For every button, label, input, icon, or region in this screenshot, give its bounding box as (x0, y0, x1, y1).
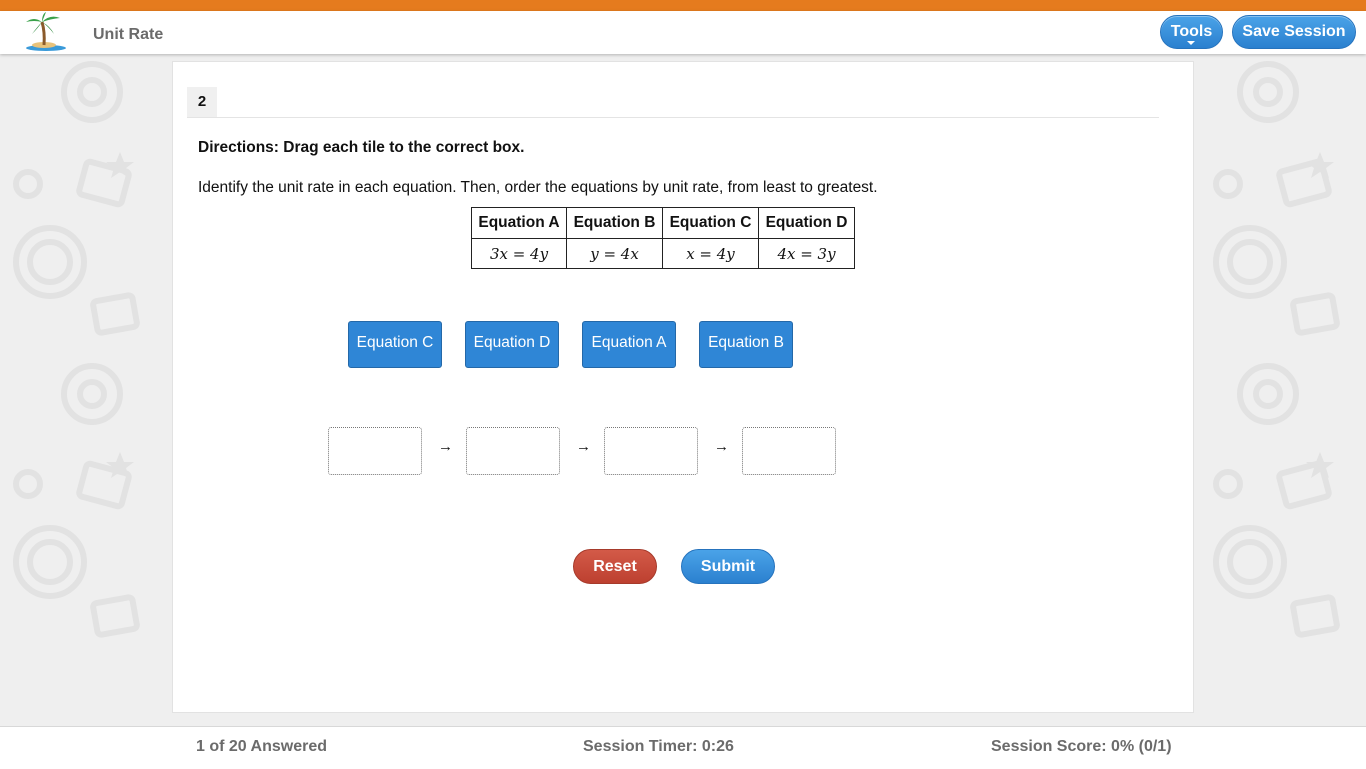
drop-box-4[interactable] (742, 427, 836, 475)
divider (187, 117, 1159, 118)
reset-button[interactable]: Reset (573, 549, 657, 584)
draggable-tile[interactable]: Equation C (348, 321, 442, 368)
right-arrow-icon: → (576, 438, 591, 455)
table-header: Equation B (566, 207, 663, 239)
table-cell: 3x = 4y (471, 238, 567, 269)
table-header: Equation C (662, 207, 759, 239)
app-title: Unit Rate (93, 26, 164, 43)
table-header: Equation A (471, 207, 567, 239)
tools-label: Tools (1170, 23, 1213, 40)
submit-button[interactable]: Submit (681, 549, 775, 584)
drop-box-3[interactable] (604, 427, 698, 475)
question-prompt: Identify the unit rate in each equation.… (198, 179, 878, 196)
status-footer: 1 of 20 Answered Session Timer: 0:26 Ses… (0, 726, 1366, 769)
drop-box-2[interactable] (466, 427, 560, 475)
app-header: Unit Rate Tools Save Session (0, 11, 1366, 54)
right-arrow-icon: → (714, 438, 729, 455)
equation-table: Equation A Equation B Equation C Equatio… (471, 207, 855, 269)
table-row: 3x = 4y y = 4x x = 4y 4x = 3y (471, 238, 855, 269)
palm-tree-logo-icon (26, 12, 66, 51)
table-header: Equation D (758, 207, 855, 239)
table-header-row: Equation A Equation B Equation C Equatio… (471, 207, 855, 239)
caret-down-icon (1187, 41, 1195, 45)
save-session-button[interactable]: Save Session (1232, 15, 1356, 49)
question-card: 2 Directions: Drag each tile to the corr… (172, 61, 1194, 713)
draggable-tile[interactable]: Equation A (582, 321, 676, 368)
question-number: 2 (187, 87, 217, 117)
table-cell: 4x = 3y (758, 238, 855, 269)
right-arrow-icon: → (438, 438, 453, 455)
table-cell: x = 4y (662, 238, 759, 269)
answered-count: 1 of 20 Answered (196, 738, 328, 755)
session-timer: Session Timer: 0:26 (583, 738, 734, 755)
table-cell: y = 4x (566, 238, 663, 269)
top-accent-bar (0, 0, 1366, 11)
tools-button[interactable]: Tools (1160, 15, 1223, 49)
draggable-tile[interactable]: Equation B (699, 321, 793, 368)
draggable-tile[interactable]: Equation D (465, 321, 559, 368)
directions-text: Directions: Drag each tile to the correc… (198, 139, 525, 156)
session-score: Session Score: 0% (0/1) (991, 738, 1172, 755)
drop-box-1[interactable] (328, 427, 422, 475)
